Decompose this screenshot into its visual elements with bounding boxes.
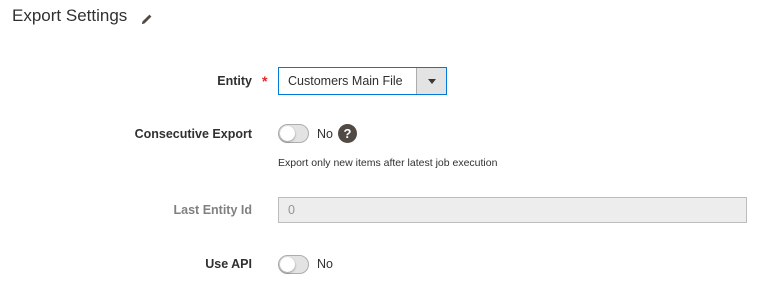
use-api-toggle[interactable] xyxy=(278,255,309,274)
toggle-knob xyxy=(280,126,295,141)
pencil-icon[interactable] xyxy=(141,10,153,24)
entity-label: Entity xyxy=(217,74,252,88)
toggle-knob xyxy=(280,257,295,272)
last-entity-id-input xyxy=(278,197,747,223)
entity-select[interactable]: Customers Main File xyxy=(278,67,447,95)
consecutive-export-note: Export only new items after latest job e… xyxy=(278,157,498,169)
consecutive-export-label: Consecutive Export xyxy=(134,127,252,141)
entity-select-toggle[interactable] xyxy=(416,68,446,94)
last-entity-id-label: Last Entity Id xyxy=(173,203,252,217)
use-api-label: Use API xyxy=(205,257,252,271)
entity-select-value: Customers Main File xyxy=(288,74,403,88)
consecutive-export-toggle[interactable] xyxy=(278,124,309,143)
chevron-down-icon xyxy=(427,78,436,84)
use-api-state: No xyxy=(317,257,333,271)
required-mark: * xyxy=(262,73,268,89)
section-title-text: Export Settings xyxy=(12,6,128,25)
consecutive-export-state: No xyxy=(317,127,333,141)
help-icon[interactable]: ? xyxy=(338,124,357,143)
section-title: Export Settings xyxy=(12,6,153,26)
